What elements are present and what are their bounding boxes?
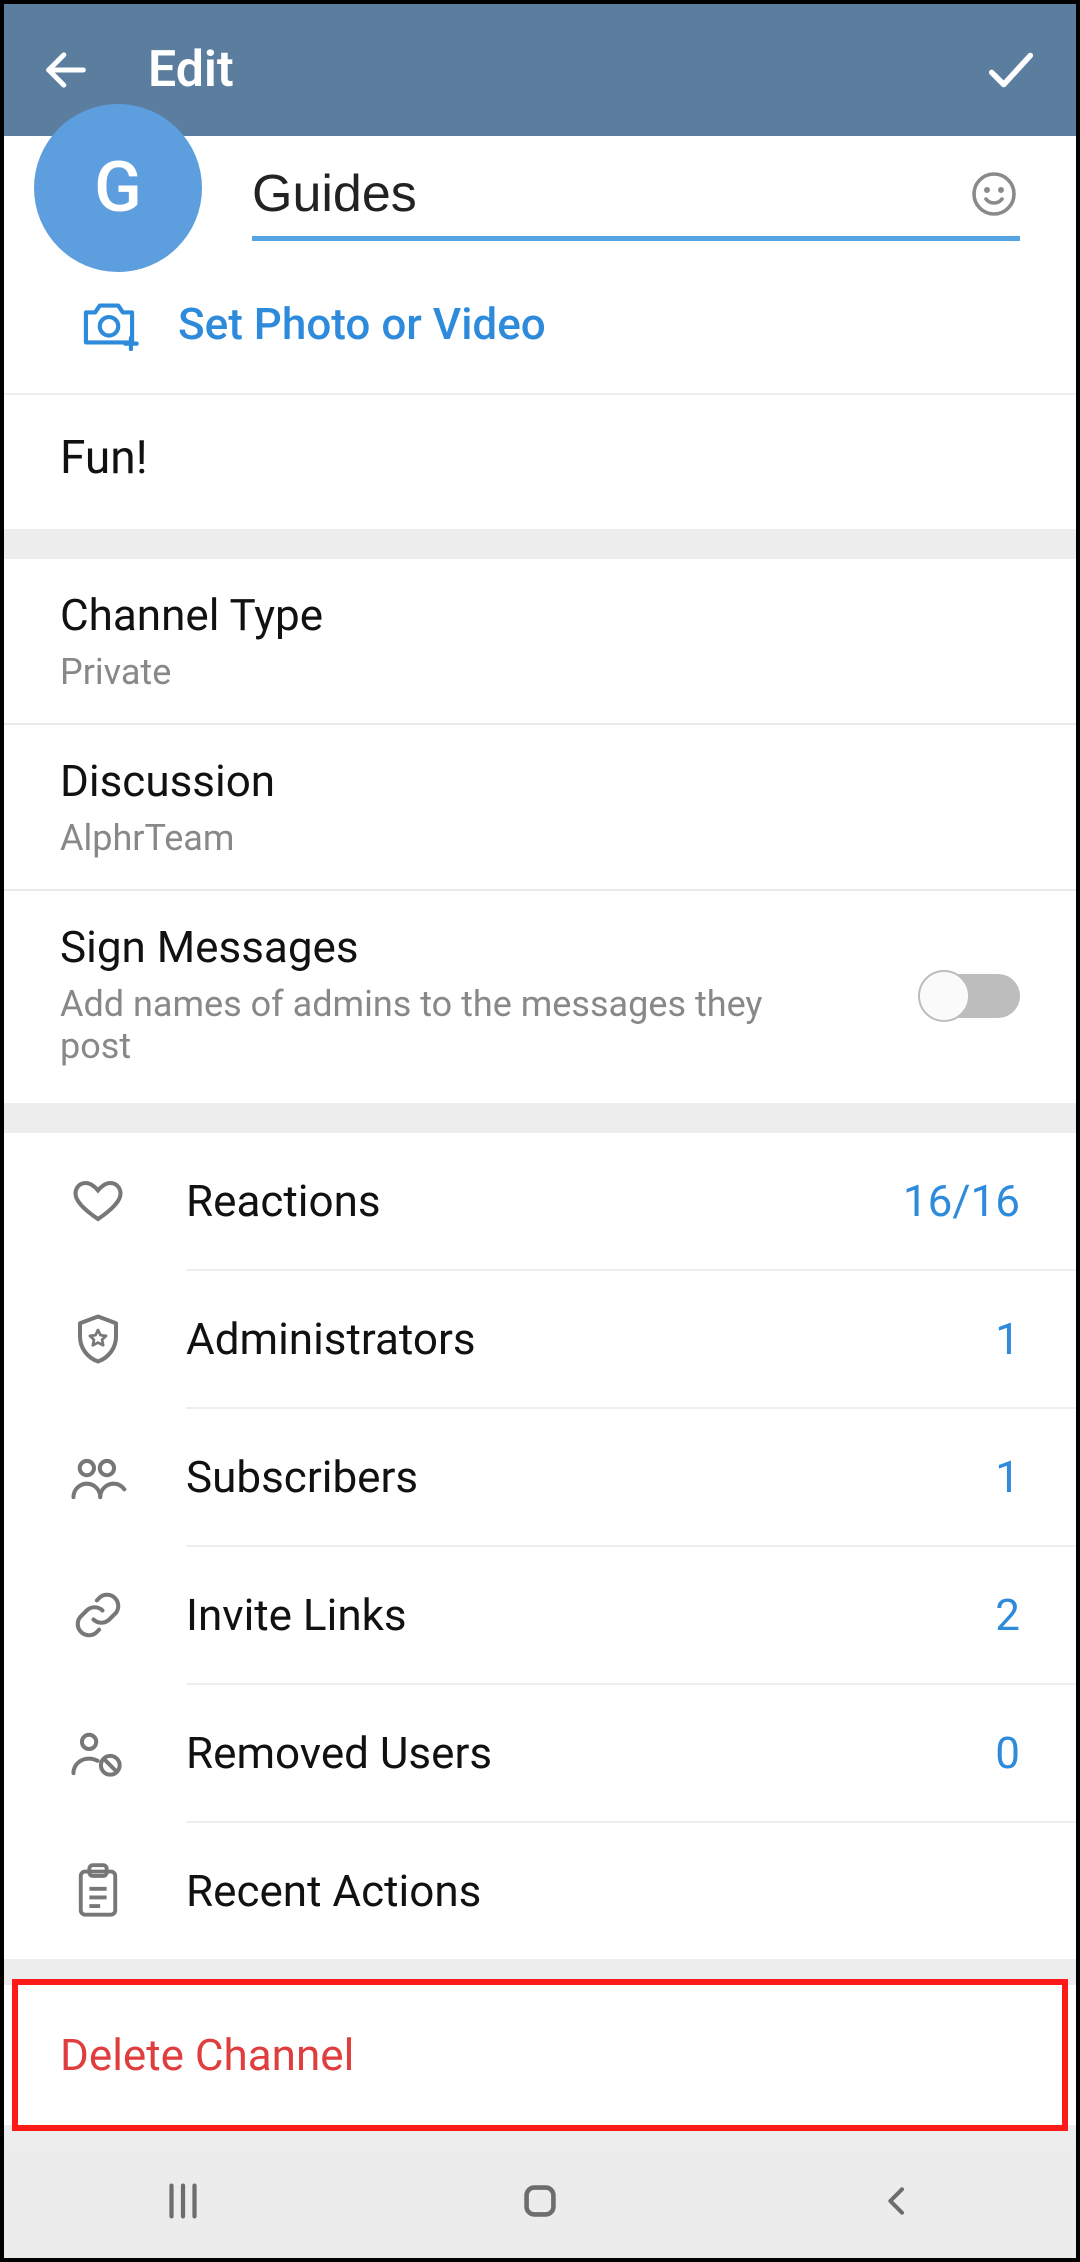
check-icon <box>982 41 1040 99</box>
sign-messages-toggle[interactable] <box>920 972 1020 1022</box>
section-divider <box>4 529 1076 559</box>
arrow-left-icon <box>40 44 92 96</box>
app-header: Edit <box>4 4 1076 136</box>
subscribers-count: 1 <box>995 1451 1020 1503</box>
recent-actions-row[interactable]: Recent Actions <box>60 1823 1076 1959</box>
channel-name-input[interactable] <box>252 164 968 224</box>
recents-button[interactable] <box>83 2178 283 2224</box>
reactions-row[interactable]: Reactions 16/16 <box>60 1133 1076 1269</box>
invite-links-row[interactable]: Invite Links 2 <box>60 1547 1076 1683</box>
channel-type-value: Private <box>60 651 1020 693</box>
emoji-button[interactable] <box>968 168 1020 220</box>
shield-star-icon <box>71 1312 125 1366</box>
home-icon <box>517 2178 563 2224</box>
highlight-annotation <box>12 1979 1068 2131</box>
administrators-label: Administrators <box>186 1313 995 1365</box>
channel-avatar[interactable]: G <box>34 104 202 272</box>
removed-users-label: Removed Users <box>186 1727 995 1779</box>
removed-users-count: 0 <box>995 1727 1020 1779</box>
invite-links-count: 2 <box>995 1589 1020 1641</box>
section-divider <box>4 1103 1076 1133</box>
sign-messages-label: Sign Messages <box>60 921 1020 973</box>
chevron-left-icon <box>877 2178 917 2224</box>
people-icon <box>69 1450 127 1504</box>
removed-users-row[interactable]: Removed Users 0 <box>60 1685 1076 1821</box>
channel-type-row[interactable]: Channel Type Private <box>4 559 1076 725</box>
heart-icon <box>71 1174 125 1228</box>
header-title: Edit <box>148 41 980 99</box>
administrators-count: 1 <box>995 1313 1020 1365</box>
administrators-row[interactable]: Administrators 1 <box>60 1271 1076 1407</box>
reactions-label: Reactions <box>186 1175 903 1227</box>
home-button[interactable] <box>440 2178 640 2224</box>
reactions-count: 16/16 <box>903 1175 1020 1227</box>
back-button[interactable] <box>40 44 100 96</box>
sign-messages-desc: Add names of admins to the messages they… <box>60 983 840 1067</box>
channel-description-text: Fun! <box>60 431 148 485</box>
user-blocked-icon <box>69 1726 127 1780</box>
recent-actions-label: Recent Actions <box>186 1865 1020 1917</box>
clipboard-icon <box>73 1863 123 1919</box>
system-navbar <box>4 2145 1076 2258</box>
discussion-row[interactable]: Discussion AlphrTeam <box>4 725 1076 891</box>
sign-messages-row[interactable]: Sign Messages Add names of admins to the… <box>4 891 1076 1103</box>
nav-back-button[interactable] <box>797 2178 997 2224</box>
smile-icon <box>970 170 1018 218</box>
discussion-value: AlphrTeam <box>60 817 1020 859</box>
toggle-track <box>920 974 1020 1018</box>
toggle-thumb <box>918 970 970 1022</box>
subscribers-label: Subscribers <box>186 1451 995 1503</box>
set-photo-row[interactable]: Set Photo or Video <box>60 241 1020 393</box>
camera-icon <box>79 297 139 351</box>
set-photo-label: Set Photo or Video <box>178 298 546 350</box>
recents-icon <box>160 2178 206 2224</box>
invite-links-label: Invite Links <box>186 1589 995 1641</box>
subscribers-row[interactable]: Subscribers 1 <box>60 1409 1076 1545</box>
channel-description-input[interactable]: Fun! <box>4 393 1076 529</box>
channel-name-section: G Set Photo or Video <box>4 136 1076 393</box>
confirm-button[interactable] <box>980 41 1040 99</box>
channel-type-label: Channel Type <box>60 589 1020 641</box>
avatar-letter: G <box>94 147 142 229</box>
link-icon <box>71 1588 125 1642</box>
discussion-label: Discussion <box>60 755 1020 807</box>
